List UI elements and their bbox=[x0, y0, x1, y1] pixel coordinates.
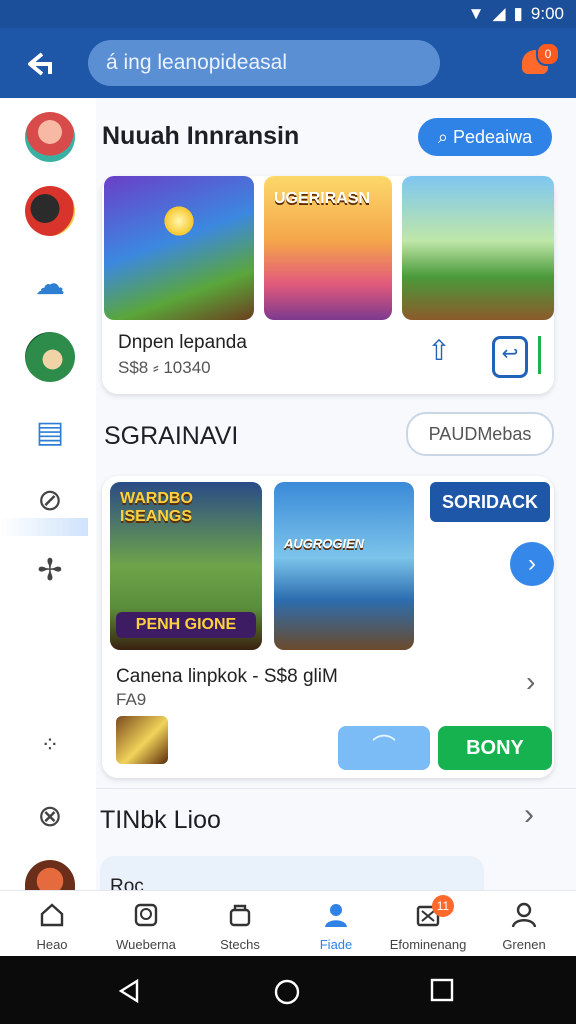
section2-outline-button[interactable]: PAUDMebas bbox=[406, 412, 554, 456]
chevron-right-icon[interactable]: › bbox=[526, 666, 535, 698]
section1-action-button[interactable]: ⌕ Pedeaiwa bbox=[418, 118, 552, 156]
section-title: SGRAINAVI bbox=[104, 422, 239, 450]
nav-stacks[interactable]: Stechs bbox=[192, 897, 288, 955]
sidebar-selection-indicator bbox=[0, 518, 88, 536]
back-button[interactable] bbox=[22, 46, 58, 82]
nav-profile[interactable]: Grenen bbox=[476, 897, 572, 955]
profile-icon bbox=[511, 902, 537, 928]
avatar-hero[interactable] bbox=[25, 112, 75, 162]
dots-icon[interactable]: ⁘ bbox=[25, 720, 75, 770]
search-input[interactable]: á ing leanopideasal bbox=[88, 40, 440, 86]
bag-icon bbox=[229, 904, 251, 927]
nav-label: Heao bbox=[36, 937, 68, 952]
system-back-icon[interactable] bbox=[116, 978, 142, 1004]
thumbnail-title: WARDBO ISEANGS bbox=[120, 490, 193, 525]
search-icon: ⌕ bbox=[437, 127, 454, 147]
star-burst-graphic bbox=[162, 204, 196, 238]
refresh-icon: ⌒ bbox=[372, 734, 396, 761]
home-icon bbox=[40, 903, 64, 927]
bottom-navigation: Heao Wueberna Stechs Fiade 11 Efominenan… bbox=[0, 890, 576, 957]
document-icon[interactable]: ▤ bbox=[25, 408, 75, 458]
nav-home[interactable]: Heao bbox=[4, 897, 100, 955]
refresh-button[interactable]: ⌒ bbox=[338, 726, 430, 770]
save-icon[interactable]: ↩ bbox=[492, 336, 528, 378]
system-recents-icon[interactable] bbox=[430, 978, 454, 1002]
divider bbox=[96, 788, 576, 789]
signal-icon: ◢ bbox=[492, 4, 506, 23]
nav-label: Stechs bbox=[220, 937, 260, 952]
nav-label: Grenen bbox=[502, 937, 546, 952]
app-icon[interactable] bbox=[116, 716, 168, 764]
notification-button[interactable]: 0 bbox=[520, 42, 560, 78]
nav-label: Fiade bbox=[319, 937, 353, 952]
game-card-2[interactable]: WARDBO ISEANGS PENH GIONE AUGROGIEN SORI… bbox=[102, 476, 554, 778]
thumbnail-title: UGERIRASN bbox=[274, 190, 371, 207]
nav-environment[interactable]: 11 Efominenang bbox=[380, 895, 476, 955]
chevron-right-icon[interactable]: › bbox=[524, 798, 534, 832]
nav-friends[interactable]: Fiade bbox=[288, 897, 384, 955]
section-title: Nuuah Innransin bbox=[102, 122, 300, 150]
thumbnail-banner: PENH GIONE bbox=[116, 612, 256, 638]
chevron-right-icon[interactable]: › bbox=[510, 542, 554, 586]
avatar-jungle[interactable] bbox=[25, 332, 75, 382]
avatar-fighter[interactable] bbox=[25, 186, 75, 236]
nav-badge: 11 bbox=[432, 895, 454, 917]
clock-text: 9:00 bbox=[530, 4, 564, 23]
game-thumbnail-2[interactable]: UGERIRASN bbox=[264, 176, 392, 320]
install-button[interactable]: BONY bbox=[438, 726, 552, 770]
wifi-icon: ▼ bbox=[467, 4, 485, 23]
back-arrow-icon bbox=[28, 52, 52, 76]
notification-badge: 0 bbox=[536, 42, 560, 66]
game-price: S$8 ⸗ 10340 bbox=[118, 358, 211, 377]
section1-button-label: Pedeaiwa bbox=[453, 127, 533, 147]
top-app-bar: á ing leanopideasal 0 bbox=[0, 28, 576, 98]
clock-icon[interactable]: ⊗ bbox=[25, 792, 75, 842]
green-indicator bbox=[538, 336, 541, 374]
section-title: TINbk Lioo bbox=[100, 806, 221, 834]
nav-label: Wueberna bbox=[116, 937, 176, 952]
pin-icon[interactable]: ✢ bbox=[25, 546, 75, 596]
nav-weather[interactable]: Wueberna bbox=[98, 897, 194, 955]
nav-label: Efominenang bbox=[389, 937, 467, 952]
thumbnail-title: AUGROGIEN bbox=[284, 536, 365, 551]
game-thumbnail-5[interactable]: AUGROGIEN bbox=[274, 482, 414, 650]
battery-icon: ▮ bbox=[513, 4, 523, 23]
status-bar: ▼ ◢ ▮ 9:00 bbox=[0, 0, 576, 28]
game-title: Canena linpkok - S$8 gliM bbox=[116, 666, 338, 687]
person-icon bbox=[325, 904, 347, 927]
section2-side-button[interactable]: SORIDACK bbox=[430, 482, 550, 522]
system-navigation-bar bbox=[0, 956, 576, 1024]
game-thumbnail-4[interactable]: WARDBO ISEANGS PENH GIONE bbox=[110, 482, 262, 650]
gallery-icon bbox=[134, 903, 158, 927]
avatar-partial[interactable] bbox=[25, 860, 75, 890]
upload-icon[interactable]: ⇧ bbox=[424, 334, 454, 374]
game-subtitle: FA9 bbox=[116, 690, 147, 709]
sidebar: ☁ ▤ ⊘ ✢ ⁘ ⊗ bbox=[0, 98, 96, 890]
game-thumbnail-1[interactable] bbox=[104, 176, 254, 320]
status-icons: ▼ ◢ ▮ 9:00 bbox=[468, 4, 564, 24]
system-home-icon[interactable] bbox=[273, 978, 301, 1006]
game-thumbnail-3[interactable] bbox=[402, 176, 554, 320]
game-card-1[interactable]: UGERIRASN Dnpen lepanda S$8 ⸗ 10340 ⇧ ↩ bbox=[102, 176, 554, 394]
cloud-download-icon[interactable]: ☁ bbox=[25, 260, 75, 310]
main-content: Nuuah Innransin ⌕ Pedeaiwa UGERIRASN Dnp… bbox=[96, 98, 576, 897]
game-title: Dnpen lepanda bbox=[118, 332, 247, 353]
